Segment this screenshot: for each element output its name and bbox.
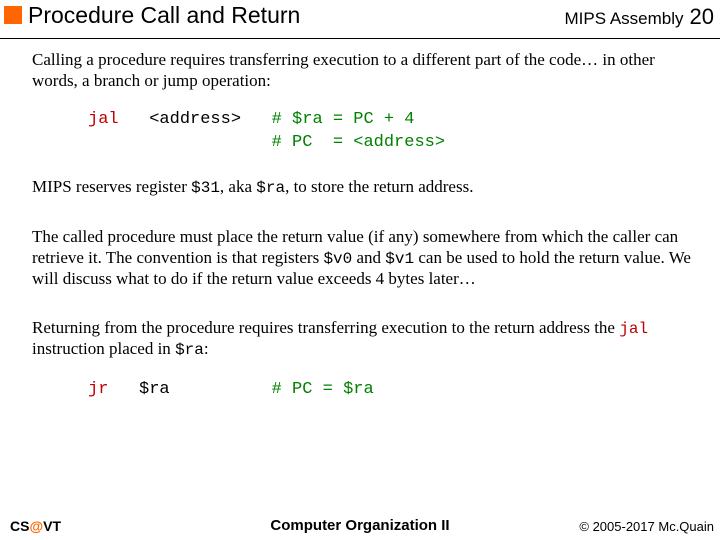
course-label: MIPS Assembly [564,9,683,28]
paragraph-return-value: The called procedure must place the retu… [32,227,700,290]
text: Returning from the procedure requires tr… [32,318,619,337]
paragraph-reserve: MIPS reserves register $31, aka $ra, to … [32,177,700,199]
slide-header: Procedure Call and Return MIPS Assembly 2… [0,0,720,39]
reg-ra: $ra [256,179,285,197]
comment-ra: # $ra = PC + 4 [272,110,415,129]
paragraph-return: Returning from the procedure requires tr… [32,318,700,361]
mnemonic-jal: jal [88,110,119,129]
text: : [204,339,209,358]
text: , aka [220,177,256,196]
paragraph-intro: Calling a procedure requires transferrin… [32,50,700,91]
slide-title: Procedure Call and Return [28,2,300,29]
comment-pc: # PC = <address> [272,133,445,152]
code-jr: jr $ra # PC = $ra [88,379,700,402]
text: and [352,248,385,267]
code-jal: jal <address> # $ra = PC + 4 # PC = <add… [88,109,700,155]
footer-right: © 2005-2017 Mc.Quain [579,519,714,534]
text: , to store the return address. [285,177,473,196]
operand-address: <address> [149,110,241,129]
text: instruction placed in [32,339,175,358]
reg-v1: $v1 [385,250,414,268]
inline-ra: $ra [175,341,204,359]
inline-jal: jal [619,320,648,338]
header-bullet-icon [4,6,22,24]
comment-jr: # PC = $ra [272,380,374,399]
reg-31: $31 [191,179,220,197]
operand-ra: $ra [139,380,170,399]
mnemonic-jr: jr [88,380,108,399]
reg-v0: $v0 [323,250,352,268]
slide-body: Calling a procedure requires transferrin… [32,50,700,424]
slide-number: 20 [690,4,714,29]
text: MIPS reserves register [32,177,191,196]
slide-footer: CS@VT Computer Organization II © 2005-20… [0,512,720,534]
header-right: MIPS Assembly 20 [564,4,714,30]
slide: Procedure Call and Return MIPS Assembly 2… [0,0,720,540]
